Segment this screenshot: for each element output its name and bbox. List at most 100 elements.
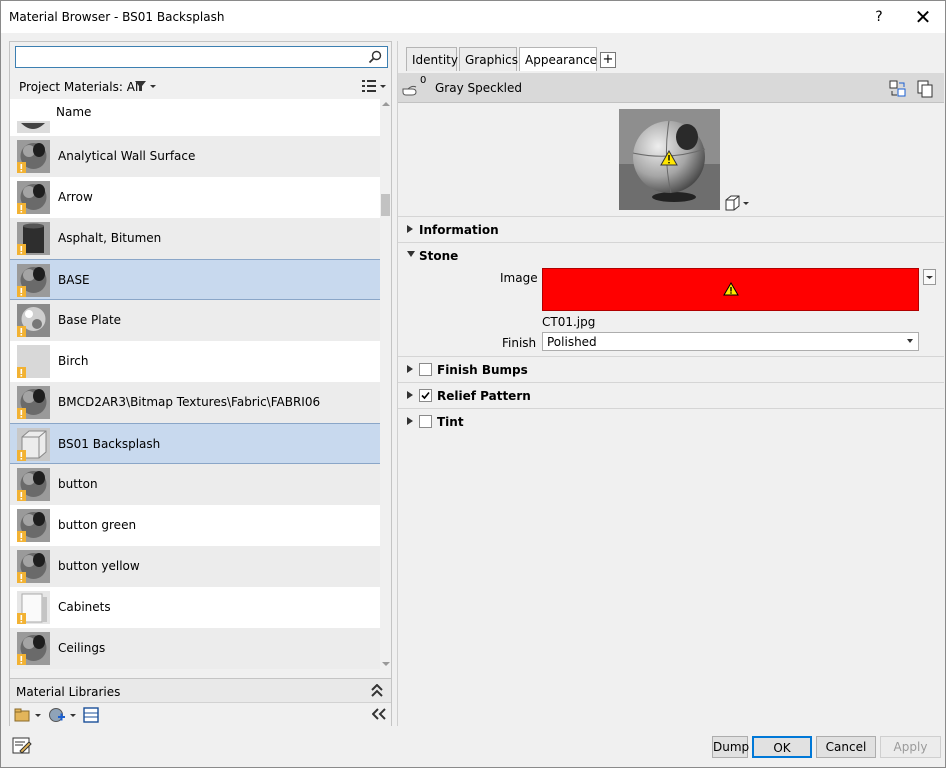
section-finish-bumps[interactable]: Finish Bumps — [398, 356, 944, 382]
material-list-item[interactable]: Cabinets — [10, 587, 380, 628]
material-name: BS01 Backsplash — [58, 437, 161, 451]
material-name: button yellow — [58, 559, 140, 573]
material-name: Asphalt, Bitumen — [58, 231, 162, 245]
hand-icon — [402, 85, 417, 96]
material-list-item[interactable]: Asphalt, Bitumen — [10, 218, 380, 259]
create-material-icon[interactable] — [48, 707, 78, 723]
image-slot[interactable] — [542, 268, 919, 311]
section-relief-pattern-label: Relief Pattern — [437, 389, 531, 403]
material-thumbnail — [17, 345, 50, 378]
material-thumbnail — [17, 468, 50, 501]
list-view-icon[interactable] — [360, 78, 388, 94]
search-input[interactable] — [19, 48, 359, 66]
asset-usage-count: 0 — [420, 75, 427, 86]
search-icon[interactable] — [367, 49, 383, 65]
material-list-item[interactable]: Base Plate — [10, 300, 380, 341]
material-list-item[interactable]: Birch — [10, 341, 380, 382]
material-name: Arrow — [58, 190, 93, 204]
expand-arrow-icon[interactable] — [406, 364, 414, 374]
library-toolbar — [10, 702, 391, 726]
material-name: BASE — [58, 273, 90, 287]
duplicate-asset-icon[interactable] — [916, 80, 934, 98]
name-column-header[interactable]: Name — [56, 105, 91, 119]
material-thumbnail — [17, 181, 50, 214]
material-list[interactable]: Name Analytical Wall Surface Arrow Asphalt… — [10, 99, 380, 669]
finish-bumps-checkbox[interactable] — [419, 363, 432, 376]
list-scrollbar[interactable] — [380, 99, 391, 669]
image-dropdown-button[interactable] — [923, 269, 936, 285]
material-libraries-label: Material Libraries — [16, 685, 121, 699]
finish-value: Polished — [547, 335, 597, 349]
section-information-label: Information — [419, 223, 499, 237]
material-editor-icon[interactable] — [83, 707, 99, 723]
material-thumbnail — [17, 509, 50, 542]
expand-arrow-icon[interactable] — [406, 224, 414, 234]
filter-funnel-icon[interactable] — [134, 80, 160, 92]
check-icon — [421, 391, 430, 400]
apply-button[interactable]: Apply — [880, 736, 941, 758]
asset-name: Gray Speckled — [435, 81, 522, 95]
scroll-up-icon[interactable] — [382, 101, 390, 107]
section-information[interactable]: Information — [398, 216, 944, 242]
material-libraries-bar[interactable]: Material Libraries — [10, 678, 391, 702]
material-thumbnail — [17, 591, 50, 624]
chevron-down-icon — [907, 339, 913, 343]
material-name: Ceilings — [58, 641, 106, 655]
section-relief-pattern[interactable]: Relief Pattern — [398, 382, 944, 408]
material-list-item[interactable]: button — [10, 464, 380, 505]
section-tint[interactable]: Tint — [398, 408, 944, 434]
search-box[interactable] — [15, 46, 388, 68]
material-name: Base Plate — [58, 313, 122, 327]
section-stone[interactable]: Stone Image CT01.jpg Finish Polished — [398, 242, 944, 354]
material-thumbnail — [17, 121, 50, 133]
title-bar: Material Browser - BS01 Backsplash ? ✕ — [1, 1, 945, 33]
add-tab-button[interactable]: + — [600, 52, 616, 68]
expand-arrow-icon[interactable] — [406, 390, 414, 400]
material-list-item[interactable]: button green — [10, 505, 380, 546]
replace-asset-icon[interactable] — [889, 80, 907, 98]
tint-checkbox[interactable] — [419, 415, 432, 428]
relief-pattern-checkbox[interactable] — [419, 389, 432, 402]
scroll-down-icon[interactable] — [382, 661, 390, 667]
section-tint-label: Tint — [437, 415, 464, 429]
expand-libraries-icon[interactable] — [371, 684, 383, 697]
expand-arrow-icon[interactable] — [406, 416, 414, 426]
section-finish-bumps-label: Finish Bumps — [437, 363, 528, 377]
material-list-item[interactable]: BMCD2AR3\Bitmap Textures\Fabric\FABRI06 — [10, 382, 380, 423]
tab-graphics[interactable]: Graphics — [459, 47, 518, 71]
material-name: Birch — [58, 354, 89, 368]
material-list-item[interactable]: button yellow — [10, 546, 380, 587]
material-list-item[interactable]: BASE — [10, 259, 380, 300]
material-thumbnail — [17, 304, 50, 337]
chevron-down-icon — [926, 276, 933, 279]
preview-scene-dropdown[interactable] — [724, 195, 750, 211]
material-list-item[interactable]: BS01 Backsplash — [10, 423, 380, 464]
warning-icon — [723, 282, 739, 296]
material-list-item[interactable]: Analytical Wall Surface — [10, 136, 380, 177]
tab-appearance[interactable]: Appearance — [519, 47, 597, 71]
finish-select[interactable]: Polished — [542, 332, 919, 351]
material-name: button green — [58, 518, 137, 532]
material-list-panel: Project Materials: All Name Analytical W… — [9, 41, 392, 726]
close-button[interactable]: ✕ — [909, 5, 937, 29]
material-list-item[interactable]: Arrow — [10, 177, 380, 218]
image-label: Image — [500, 271, 538, 285]
material-thumbnail — [17, 264, 50, 297]
collapse-panel-icon[interactable] — [372, 708, 386, 720]
material-thumbnail — [17, 428, 50, 461]
material-thumbnail — [17, 632, 50, 665]
help-button[interactable]: ? — [865, 5, 893, 29]
dump-button[interactable]: Dump — [712, 736, 749, 758]
ok-button[interactable]: OK — [752, 736, 812, 758]
library-folder-icon[interactable] — [14, 707, 42, 723]
scrollbar-thumb[interactable] — [381, 194, 390, 216]
material-name: Analytical Wall Surface — [58, 149, 196, 163]
material-preview-image — [619, 109, 720, 210]
finish-label: Finish — [502, 336, 537, 350]
material-list-item[interactable]: Ceilings — [10, 628, 380, 669]
tab-identity[interactable]: Identity — [406, 47, 458, 71]
collapse-arrow-icon[interactable] — [406, 250, 416, 258]
edit-notes-icon[interactable] — [12, 737, 32, 755]
list-header[interactable]: Name — [10, 99, 380, 136]
cancel-button[interactable]: Cancel — [816, 736, 876, 758]
